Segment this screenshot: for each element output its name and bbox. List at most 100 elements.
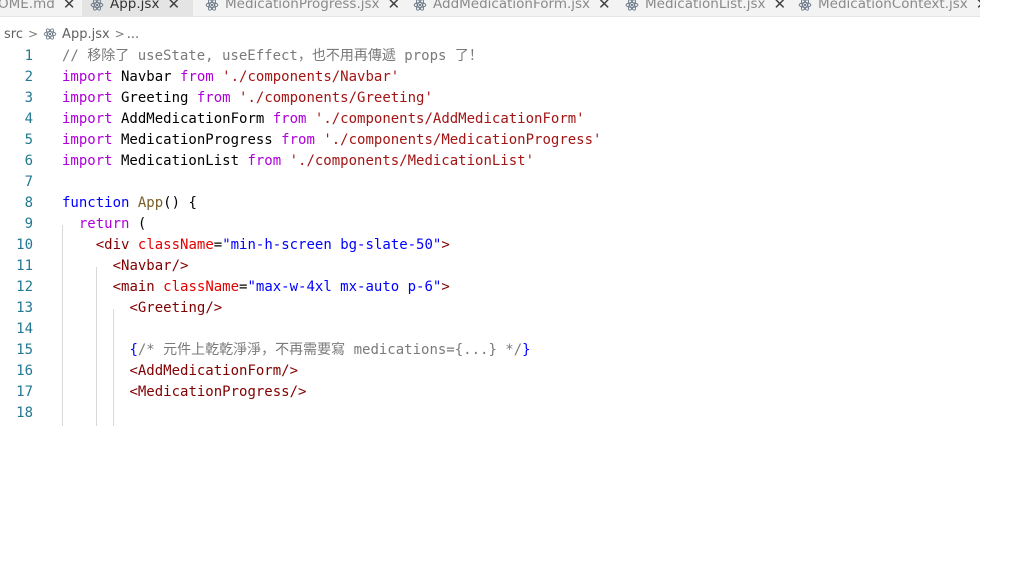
code-token: > [441,279,450,295]
code-text: return ( [62,214,146,235]
line-number: 15 [16,342,33,358]
code-token: import [62,132,113,148]
code-text: import Greeting from './components/Greet… [62,88,433,109]
code-token: './components/MedicationList' [289,153,535,169]
code-line[interactable]: 7 [0,172,980,193]
code-line[interactable]: 18 [0,403,980,424]
code-token: './components/AddMedicationForm' [314,111,585,127]
line-number: 5 [24,132,33,148]
code-line[interactable]: 16 <AddMedicationForm/> [0,361,980,382]
breadcrumb-file[interactable]: App.jsx [62,27,110,42]
code-token: AddMedicationForm [137,363,282,379]
breadcrumb-folder[interactable]: src [4,27,23,42]
react-icon [625,0,639,12]
editor-tab-bar: OME.md ✕ App.jsx ✕ MedicationProgress.jsx ✕ Ad… [0,0,980,17]
code-line[interactable]: 12 <main className="max-w-4xl mx-auto p-… [0,277,980,298]
line-number: 10 [16,237,33,253]
code-line[interactable]: 11 <Navbar/> [0,256,980,277]
code-token: () { [163,195,197,211]
code-token: MedicationList [112,153,248,169]
code-token: < [95,237,105,253]
code-token: < [129,300,138,316]
code-token: // 移除了 useState, useEffect，也不用再傳遞 props … [62,48,483,64]
line-number: 3 [24,90,33,106]
code-token: App [137,195,164,211]
code-line[interactable]: 1 // 移除了 useState, useEffect，也不用再傳遞 props… [0,46,980,67]
line-number: 6 [24,153,33,169]
tab-label: MedicationProgress.jsx [225,0,380,12]
code-token: return [78,216,130,232]
code-line[interactable]: 4 import AddMedicationForm from './compon… [0,109,980,130]
tab-label: AddMedicationForm.jsx [433,0,591,12]
code-line[interactable]: 6 import MedicationList from './component… [0,151,980,172]
code-token: /> [171,258,189,274]
tab-label: MedicationList.jsx [645,0,766,12]
code-token: function [62,195,130,211]
code-token: "max-w-4xl mx-auto p-6" [247,279,442,295]
tab-ome-md[interactable]: OME.md ✕ [0,0,78,16]
tab-label: MedicationContext.jsx [818,0,968,12]
tab-app-jsx[interactable]: App.jsx ✕ [82,0,193,16]
code-token: /> [289,384,307,400]
code-token: MedicationProgress [112,132,282,148]
code-text: import MedicationProgress from './compon… [62,130,601,151]
close-icon[interactable]: ✕ [388,0,401,12]
line-number: 16 [16,363,33,379]
close-icon[interactable]: ✕ [976,0,980,12]
code-line[interactable]: 13 <Greeting/> [0,298,980,319]
code-token: import [62,90,113,106]
tab-medicationcontext-jsx[interactable]: MedicationContext.jsx ✕ [790,0,980,16]
code-token: import [62,153,113,169]
code-editor[interactable]: 1 // 移除了 useState, useEffect，也不用再傳遞 props… [0,46,1024,576]
react-icon [90,0,104,12]
code-token: from [196,90,231,106]
code-text: {/* 元件上乾乾淨淨，不再需要寫 medications={...} */} [62,340,530,361]
code-token: from [180,69,214,85]
close-icon[interactable]: ✕ [598,0,611,12]
code-token: './components/Greeting' [239,90,433,106]
code-token: "min-h-screen bg-slate-50" [222,237,442,253]
code-token: < [112,258,122,274]
code-line[interactable]: 15 {/* 元件上乾乾淨淨，不再需要寫 medications={...} *… [0,340,980,361]
code-token: div [104,237,130,253]
close-icon[interactable]: ✕ [774,0,787,12]
code-token: MedicationProgress [137,384,290,400]
chevron-right-icon: > [27,27,39,41]
tab-medicationlist-jsx[interactable]: MedicationList.jsx ✕ [617,0,787,16]
code-line[interactable]: 5 import MedicationProgress from './compo… [0,130,980,151]
code-line[interactable]: 14 [0,319,980,340]
line-number: 11 [16,258,33,274]
code-token: from [247,153,282,169]
code-token: className [163,279,240,295]
close-icon[interactable]: ✕ [167,0,180,12]
breadcrumb-trail[interactable]: ... [127,27,139,42]
code-line[interactable]: 3 import Greeting from './components/Gree… [0,88,980,109]
code-text: // 移除了 useState, useEffect，也不用再傳遞 props … [62,46,483,67]
code-text: <div className="min-h-screen bg-slate-50… [62,235,450,256]
code-line[interactable]: 2 import Navbar from './components/Navbar… [0,67,980,88]
code-line[interactable]: 10 <div className="min-h-screen bg-slate… [0,235,980,256]
close-icon[interactable]: ✕ [63,0,76,12]
code-text: <AddMedicationForm/> [62,361,298,382]
line-number: 18 [16,405,33,421]
tab-medicationprogress-jsx[interactable]: MedicationProgress.jsx ✕ [197,0,401,16]
code-token: Navbar [121,258,172,274]
code-text: <MedicationProgress/> [62,382,306,403]
code-token: './components/MedicationProgress' [323,132,602,148]
code-line[interactable]: 17 <MedicationProgress/> [0,382,980,403]
code-token: main [121,279,155,295]
react-icon [205,0,219,12]
tab-addmedicationform-jsx[interactable]: AddMedicationForm.jsx ✕ [405,0,613,16]
code-line[interactable]: 8 function App() { [0,193,980,214]
code-line[interactable]: 9 return ( [0,214,980,235]
code-token: /* 元件上乾乾淨淨，不再需要寫 medications={...} */ [137,342,523,358]
